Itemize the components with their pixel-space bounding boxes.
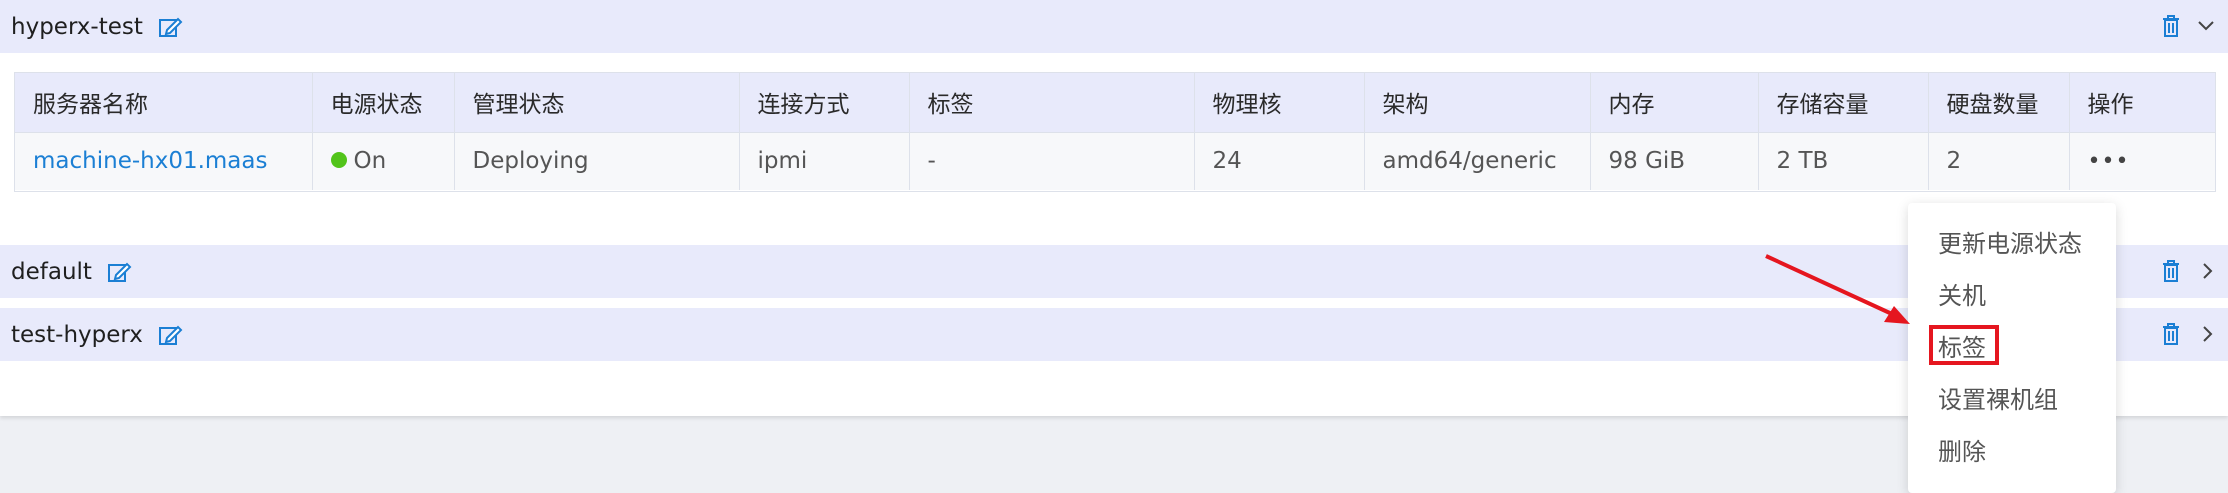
menu-item-refresh-power[interactable]: 更新电源状态	[1938, 224, 2082, 259]
column-header-tags[interactable]: 标签	[909, 73, 1195, 133]
table-header-row: 服务器名称 电源状态 管理状态 连接方式 标签 物理核 架构 内存 存储容量 硬…	[15, 73, 2215, 133]
more-actions-button[interactable]: •••	[2088, 149, 2130, 174]
column-header-server-name[interactable]: 服务器名称	[15, 73, 313, 133]
group-name: test-hyperx	[11, 321, 143, 348]
column-header-status[interactable]: 管理状态	[454, 73, 740, 133]
group-list-panel: hyperx-test 服务器名称 电源状态 管理状态 连接方式 标签 物理核 …	[0, 0, 2228, 416]
annotation-highlight-box	[1929, 325, 1999, 365]
column-header-storage[interactable]: 存储容量	[1758, 73, 1929, 133]
chevron-right-icon[interactable]	[2198, 261, 2218, 281]
power-status-dot	[330, 152, 347, 169]
memory-cell: 98 GiB	[1590, 132, 1759, 190]
disks-cell: 2	[1928, 132, 2070, 190]
edit-icon[interactable]	[157, 14, 183, 40]
column-header-power[interactable]: 电源状态	[312, 73, 455, 133]
chevron-right-icon[interactable]	[2198, 324, 2218, 344]
menu-item-shutdown[interactable]: 关机	[1938, 276, 1986, 311]
storage-cell: 2 TB	[1758, 132, 1929, 190]
edit-icon[interactable]	[106, 259, 132, 285]
status-cell: Deploying	[454, 132, 740, 190]
server-name-link[interactable]: machine-hx01.maas	[33, 148, 267, 174]
edit-icon[interactable]	[157, 322, 183, 348]
trash-icon[interactable]	[2160, 14, 2182, 38]
chevron-down-icon[interactable]	[2196, 16, 2216, 36]
menu-item-set-group[interactable]: 设置裸机组	[1938, 380, 2058, 415]
table-row: machine-hx01.maas On Deploying ipmi - 24…	[15, 132, 2215, 190]
annotation-arrow-icon	[1765, 254, 1910, 324]
power-status-text: On	[353, 148, 387, 175]
group-header-hyperx-test[interactable]: hyperx-test	[0, 0, 2228, 53]
power-cell: On	[312, 132, 455, 190]
trash-icon[interactable]	[2160, 259, 2182, 283]
column-header-actions: 操作	[2069, 73, 2215, 133]
column-header-memory[interactable]: 内存	[1590, 73, 1759, 133]
server-table: 服务器名称 电源状态 管理状态 连接方式 标签 物理核 架构 内存 存储容量 硬…	[14, 72, 2216, 192]
column-header-connection[interactable]: 连接方式	[739, 73, 910, 133]
trash-icon[interactable]	[2160, 322, 2182, 346]
group-name: hyperx-test	[11, 13, 143, 40]
menu-item-delete[interactable]: 删除	[1938, 432, 1986, 467]
cores-cell: 24	[1194, 132, 1365, 190]
column-header-disks[interactable]: 硬盘数量	[1928, 73, 2070, 133]
column-header-cores[interactable]: 物理核	[1194, 73, 1365, 133]
column-header-arch[interactable]: 架构	[1364, 73, 1591, 133]
tags-cell: -	[909, 132, 1195, 190]
arch-cell: amd64/generic	[1364, 132, 1591, 190]
group-name: default	[11, 258, 92, 285]
connection-cell: ipmi	[739, 132, 910, 190]
